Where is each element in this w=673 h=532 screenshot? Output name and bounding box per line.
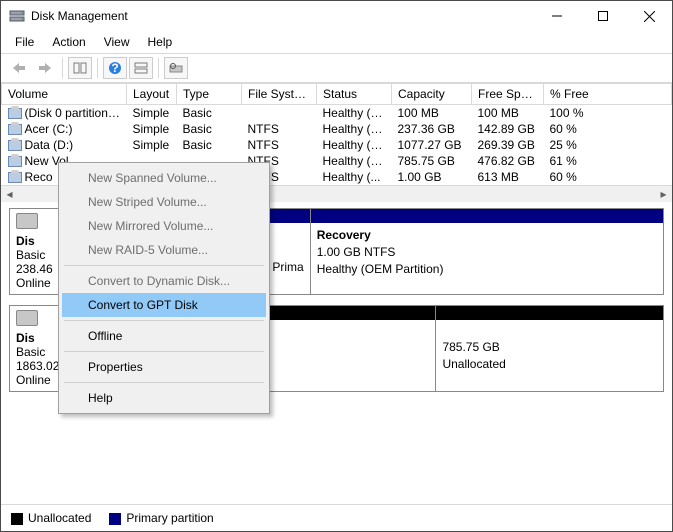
ctx-properties[interactable]: Properties (62, 355, 266, 379)
scroll-left-icon[interactable]: ◂ (1, 186, 18, 203)
col-fs[interactable]: File System (242, 84, 317, 105)
stripe-unallocated (436, 306, 663, 320)
settings-button[interactable] (164, 57, 188, 79)
menu-help[interactable]: Help (140, 33, 181, 51)
menu-view[interactable]: View (96, 33, 138, 51)
menu-file[interactable]: File (7, 33, 42, 51)
scroll-right-icon[interactable]: ▸ (655, 186, 672, 203)
menubar: File Action View Help (1, 31, 672, 53)
col-layout[interactable]: Layout (127, 84, 177, 105)
ctx-new-spanned: New Spanned Volume... (62, 166, 266, 190)
col-type[interactable]: Type (177, 84, 242, 105)
col-pct[interactable]: % Free (544, 84, 672, 105)
col-capacity[interactable]: Capacity (392, 84, 472, 105)
disk-icon (16, 310, 38, 326)
disk-0-type: Basic (16, 248, 45, 262)
disk-icon (16, 213, 38, 229)
legend: Unallocated Primary partition (1, 504, 672, 531)
layout-button[interactable] (129, 57, 153, 79)
col-status[interactable]: Status (317, 84, 392, 105)
legend-swatch-unallocated (11, 513, 23, 525)
view-button[interactable] (68, 57, 92, 79)
col-free[interactable]: Free Spa... (472, 84, 544, 105)
volume-icon (8, 156, 22, 167)
disk-0-part-2[interactable]: Recovery1.00 GB NTFSHealthy (OEM Partiti… (311, 209, 663, 294)
ctx-offline[interactable]: Offline (62, 324, 266, 348)
menu-action[interactable]: Action (44, 33, 93, 51)
help-button[interactable]: ? (103, 57, 127, 79)
ctx-convert-gpt[interactable]: Convert to GPT Disk (62, 293, 266, 317)
col-volume[interactable]: Volume (2, 84, 127, 105)
table-row[interactable]: (Disk 0 partition 1)SimpleBasicHealthy (… (2, 105, 672, 122)
table-row[interactable]: Acer (C:)SimpleBasicNTFSHealthy (B...237… (2, 121, 672, 137)
ctx-convert-dynamic: Convert to Dynamic Disk... (62, 269, 266, 293)
volume-icon (8, 172, 22, 183)
titlebar[interactable]: Disk Management (1, 1, 672, 31)
disk-0-label: Dis (16, 234, 35, 248)
volume-icon (8, 108, 22, 119)
back-button[interactable] (7, 57, 31, 79)
stripe-primary (311, 209, 663, 223)
maximize-button[interactable] (580, 1, 626, 31)
ctx-new-raid5: New RAID-5 Volume... (62, 238, 266, 262)
disk-1-type: Basic (16, 345, 45, 359)
context-menu: New Spanned Volume... New Striped Volume… (58, 162, 270, 414)
disk-0-size: 238.46 (16, 262, 53, 276)
ctx-new-striped: New Striped Volume... (62, 190, 266, 214)
disk-0-state: Online (16, 276, 51, 290)
forward-button[interactable] (33, 57, 57, 79)
svg-text:?: ? (111, 61, 118, 75)
app-icon (9, 8, 25, 24)
ctx-new-mirrored: New Mirrored Volume... (62, 214, 266, 238)
disk-1-state: Online (16, 373, 51, 387)
disk-1-label: Dis (16, 331, 35, 345)
window-title: Disk Management (31, 9, 534, 23)
toolbar: ? (1, 54, 672, 83)
minimize-button[interactable] (534, 1, 580, 31)
volume-icon (8, 140, 22, 151)
table-row[interactable]: Data (D:)SimpleBasicNTFSHealthy (P...107… (2, 137, 672, 153)
ctx-help[interactable]: Help (62, 386, 266, 410)
disk-1-part-2[interactable]: 785.75 GBUnallocated (436, 306, 663, 391)
volume-icon (8, 124, 22, 135)
close-button[interactable] (626, 1, 672, 31)
legend-swatch-primary (109, 513, 121, 525)
